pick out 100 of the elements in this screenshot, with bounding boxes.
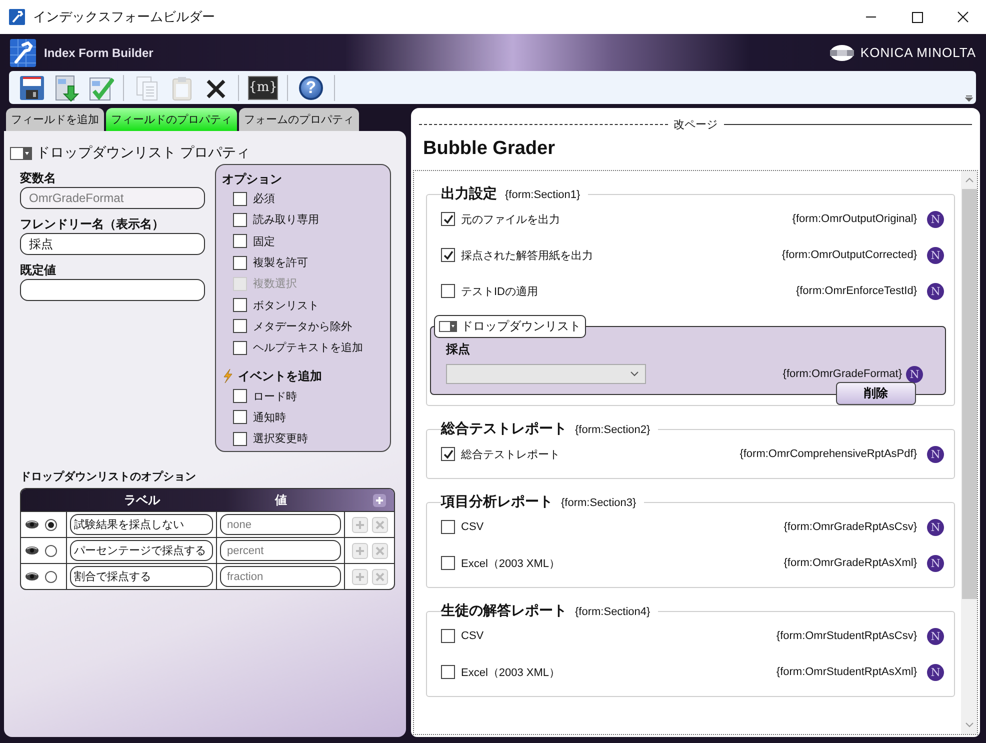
section-tag: {form:Section4} [575, 606, 650, 618]
globe-logo-icon [830, 44, 854, 60]
save-icon[interactable] [18, 74, 46, 102]
eye-icon[interactable] [25, 572, 39, 581]
checkbox-label: 元のファイルを出力 [461, 212, 560, 226]
lightning-icon [222, 369, 234, 384]
checkbox[interactable] [233, 389, 247, 404]
badge: N [906, 366, 923, 382]
chevron-down-icon[interactable] [630, 371, 639, 377]
option-label: ヘルプテキストを追加 [253, 340, 363, 356]
checkbox[interactable] [441, 212, 455, 226]
badge: N [927, 664, 944, 680]
options-title: オプション [222, 170, 283, 188]
section-title: 総合テストレポート [441, 420, 567, 438]
checkbox-label: テストIDの適用 [461, 284, 538, 298]
checkbox[interactable] [441, 665, 455, 679]
overflow-icon[interactable] [965, 94, 973, 102]
variable-tag: {form:OmrGradeFormat} [782, 368, 902, 380]
section-title: ドロップダウンリストのオプション [20, 470, 197, 483]
variable-button[interactable]: {m} [248, 76, 278, 100]
page-break-label: 改ページ [674, 118, 718, 132]
section-tag: {form:Section3} [561, 497, 636, 509]
checkbox[interactable] [233, 192, 247, 206]
checkbox[interactable] [233, 212, 247, 227]
field-label: 既定値 [20, 262, 57, 279]
window-title: インデックスフォームビルダー [33, 8, 216, 26]
panel-title: ドロップダウンリスト プロパティ [36, 144, 250, 162]
field-label: 変数名 [20, 170, 57, 187]
option-label: 固定 [253, 234, 275, 249]
checkbox-label: 総合テストレポート [461, 448, 560, 462]
variable-tag: {form:OmrStudentRptAsCsv} [776, 630, 917, 642]
value-input[interactable]: fraction [220, 566, 341, 587]
section-title: 出力設定 [441, 185, 497, 203]
tab[interactable]: フィールドを追加 [6, 108, 104, 131]
radio-button[interactable] [45, 544, 57, 556]
event-label: 選択変更時 [253, 432, 308, 446]
badge: N [927, 628, 944, 644]
option-label: 複数選択 [253, 277, 297, 292]
dropdown-icon [10, 146, 32, 160]
label-input[interactable]: パーセンテージで採点する [70, 540, 213, 561]
dropdown-icon [439, 321, 457, 332]
badge: N [927, 246, 944, 264]
variable-tag: {form:OmrOutputCorrected} [782, 249, 917, 261]
event-label: ロード時 [253, 390, 297, 404]
wrench-logo-icon [10, 38, 36, 66]
label-input[interactable]: 試験結果を採点しない [70, 514, 213, 535]
events-title: イベントを追加 [238, 368, 322, 385]
checkbox[interactable] [233, 319, 247, 334]
option-label: 読み取り専用 [253, 212, 319, 228]
input-field[interactable] [20, 279, 205, 301]
variable-tag: {form:OmrGradeRptAsXml} [784, 557, 917, 569]
badge: N [927, 282, 944, 300]
radio-button[interactable] [45, 518, 57, 530]
value-input[interactable]: none [220, 514, 341, 535]
app-name: Index Form Builder [44, 46, 154, 60]
field-label: フレンドリー名（表示名） [20, 216, 165, 233]
badge: N [927, 446, 944, 462]
variable-tag: {form:OmrStudentRptAsXml} [776, 666, 917, 678]
variable-tag: {form:OmrGradeRptAsCsv} [784, 521, 917, 533]
checkbox[interactable] [441, 284, 455, 298]
checkbox[interactable] [233, 340, 247, 355]
checkbox[interactable] [441, 520, 455, 534]
checkbox[interactable] [233, 410, 247, 424]
option-label: 複製を許可 [253, 256, 308, 270]
checkbox[interactable] [441, 629, 455, 643]
checkbox[interactable] [233, 298, 247, 312]
delete-button[interactable]: 削除 [836, 382, 916, 405]
badge: N [927, 518, 944, 536]
checkbox-label: CSV [461, 630, 484, 642]
variable-tag: {form:OmrOutputOriginal} [792, 213, 917, 225]
section-tag: {form:Section1} [505, 189, 580, 201]
checkbox[interactable] [233, 256, 247, 270]
event-label: 通知時 [253, 410, 286, 425]
column-header: 値 [274, 492, 288, 508]
eye-icon[interactable] [25, 546, 39, 555]
form-title: Bubble Grader [422, 137, 556, 161]
option-label: メタデータから除外 [253, 320, 352, 334]
label-input[interactable]: 割合で採点する [70, 566, 213, 587]
variable-tag: {form:OmrComprehensiveRptAsPdf} [740, 448, 917, 460]
column-header: ラベル [123, 492, 162, 508]
checkbox[interactable] [233, 234, 247, 248]
section-tag: {form:Section2} [575, 424, 650, 436]
checkbox[interactable] [441, 447, 455, 461]
checkbox[interactable] [233, 432, 247, 446]
variable-tag: {form:OmrEnforceTestId} [796, 285, 917, 297]
value-input[interactable]: percent [220, 540, 341, 561]
checkbox[interactable] [441, 248, 455, 262]
badge: N [927, 554, 944, 572]
checkbox-label: CSV [461, 521, 484, 533]
badge: N [927, 210, 944, 228]
brand-name: KONICA MINOLTA [860, 45, 976, 60]
checkbox-label: 採点された解答用紙を出力 [461, 248, 593, 262]
option-label: 必須 [253, 192, 275, 206]
checkbox[interactable] [441, 556, 455, 570]
tab[interactable]: フォームのプロパティ [239, 108, 359, 131]
radio-button[interactable] [45, 570, 57, 582]
section-title: 項目分析レポート [441, 493, 553, 511]
eye-icon[interactable] [25, 520, 39, 529]
tab[interactable]: フィールドのプロパティ [106, 108, 237, 131]
input-field[interactable]: 採点 [20, 233, 205, 255]
